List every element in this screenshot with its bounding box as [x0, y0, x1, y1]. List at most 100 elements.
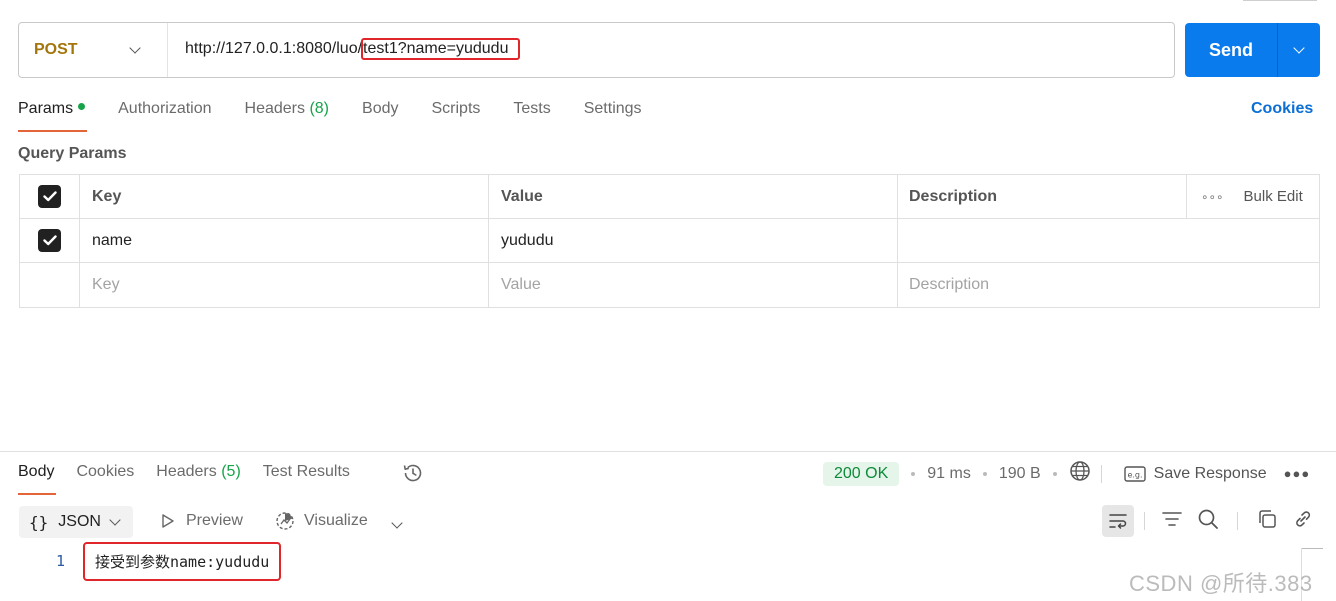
url-prefix: http://127.0.0.1:8080/luo/: [185, 40, 363, 57]
table-row-empty: Key Value Description: [20, 263, 1319, 307]
select-all-checkbox[interactable]: [38, 185, 61, 208]
example-icon: e.g.: [1123, 465, 1146, 482]
preview-label: Preview: [186, 512, 243, 529]
watermark: CSDN @所待.383: [1129, 571, 1313, 596]
select-all-cell: [20, 175, 80, 218]
separator-dot: [911, 471, 916, 476]
key-placeholder-input[interactable]: Key: [80, 263, 489, 307]
table-header-row: Key Value Description ∘∘∘ Bulk Edit: [20, 175, 1319, 219]
preview-button[interactable]: Preview: [160, 512, 243, 530]
param-description-cell[interactable]: [898, 219, 1319, 262]
request-tabs: Params Authorization Headers (8) Body Sc…: [18, 100, 675, 132]
vertical-divider: [1237, 512, 1238, 530]
column-header-value: Value: [489, 175, 898, 218]
cookies-link[interactable]: Cookies: [1251, 100, 1313, 118]
tab-label: Body: [362, 100, 399, 117]
history-icon[interactable]: [401, 461, 425, 489]
row-checkbox[interactable]: [38, 229, 61, 252]
chevron-down-icon: [109, 514, 121, 526]
request-url-bar: POST http://127.0.0.1:8080/luo/test1?nam…: [18, 22, 1175, 78]
checkmark-icon: [42, 235, 57, 246]
tab-label: Headers: [244, 100, 305, 117]
tab-count: (5): [221, 463, 241, 480]
network-globe-icon[interactable]: [1069, 460, 1091, 487]
format-label: JSON: [58, 513, 101, 530]
bulk-edit-button[interactable]: Bulk Edit: [1244, 188, 1303, 205]
active-dot-icon: [78, 103, 86, 110]
url-highlighted-path: test1?name=yududu: [361, 38, 521, 60]
line-number: 1: [56, 552, 66, 570]
response-tab-headers[interactable]: Headers (5): [156, 463, 241, 495]
response-tab-test-results[interactable]: Test Results: [263, 463, 350, 495]
wrap-icon: [1109, 514, 1127, 529]
visualize-label: Visualize: [304, 512, 368, 529]
tab-authorization[interactable]: Authorization: [118, 100, 211, 132]
method-select[interactable]: POST: [19, 23, 168, 77]
table-row: name yududu: [20, 219, 1319, 263]
status-badge[interactable]: 200 OK: [823, 461, 900, 486]
svg-text:e.g.: e.g.: [1127, 470, 1142, 479]
response-actions: [1102, 505, 1314, 537]
tab-label: Body: [18, 463, 55, 480]
tab-settings[interactable]: Settings: [584, 100, 642, 132]
response-time[interactable]: 91 ms: [927, 465, 971, 483]
save-response-button[interactable]: e.g. Save Response: [1123, 464, 1267, 483]
more-options-icon[interactable]: ∘∘∘: [1201, 190, 1224, 204]
url-input[interactable]: http://127.0.0.1:8080/luo/test1?name=yud…: [185, 38, 521, 60]
tab-scripts[interactable]: Scripts: [431, 100, 480, 132]
chevron-down-icon: [1293, 42, 1305, 54]
response-status-bar: 200 OK 91 ms 190 B e.g. Save Response ●●…: [823, 460, 1310, 487]
chevron-down-icon: [129, 42, 141, 54]
tab-label: Params: [18, 100, 74, 117]
braces-icon: {}: [29, 512, 49, 532]
response-body-highlight: 接受到参数name:yududu: [83, 542, 282, 581]
response-tab-cookies[interactable]: Cookies: [76, 463, 134, 495]
tab-label: Authorization: [118, 100, 212, 117]
copy-icon[interactable]: [1256, 508, 1278, 534]
format-select[interactable]: {} JSON: [19, 506, 133, 538]
response-divider[interactable]: [0, 451, 1336, 452]
play-icon: [162, 514, 174, 528]
tab-params[interactable]: Params: [18, 100, 88, 132]
method-label: POST: [34, 41, 78, 58]
filter-icon[interactable]: [1161, 510, 1183, 532]
visualize-icon: [276, 512, 294, 530]
wrap-lines-button[interactable]: [1102, 505, 1134, 537]
param-key-cell[interactable]: name: [80, 219, 489, 262]
response-size[interactable]: 190 B: [999, 465, 1041, 483]
separator-dot: [1052, 471, 1057, 476]
column-header-key: Key: [80, 175, 489, 218]
more-options-icon[interactable]: ●●●: [1284, 466, 1311, 481]
separator-dot: [982, 471, 987, 476]
row-checkbox-cell: [20, 219, 80, 262]
value-placeholder-input[interactable]: Value: [489, 263, 898, 307]
tab-label: Scripts: [431, 100, 481, 117]
tab-tests[interactable]: Tests: [513, 100, 550, 132]
link-icon[interactable]: [1292, 508, 1314, 534]
send-button[interactable]: Send: [1185, 23, 1320, 77]
tab-label: Test Results: [262, 463, 350, 480]
param-value-cell[interactable]: yududu: [489, 219, 898, 262]
vertical-divider: [1100, 464, 1102, 483]
bulk-edit-cell: ∘∘∘ Bulk Edit: [1186, 175, 1319, 218]
tab-body[interactable]: Body: [362, 100, 398, 132]
save-response-label: Save Response: [1153, 464, 1267, 482]
response-tab-body[interactable]: Body: [18, 463, 57, 495]
top-divider: [1243, 0, 1317, 1]
query-params-table: Key Value Description ∘∘∘ Bulk Edit name…: [19, 174, 1320, 308]
empty-checkbox-cell: [20, 263, 80, 307]
search-icon[interactable]: [1197, 508, 1219, 534]
response-body-text[interactable]: 接受到参数name:yududu: [95, 551, 269, 572]
tab-headers[interactable]: Headers (8): [245, 100, 330, 132]
description-placeholder-input[interactable]: Description: [898, 263, 1319, 307]
tab-label: Cookies: [76, 463, 135, 480]
chevron-down-icon: [391, 517, 403, 529]
column-header-description: Description: [909, 187, 998, 205]
tab-count: (8): [309, 100, 330, 117]
tab-label: Headers: [156, 463, 217, 480]
vertical-divider: [1144, 512, 1145, 530]
visualize-button[interactable]: Visualize: [274, 510, 368, 532]
visualize-dropdown[interactable]: [391, 514, 403, 531]
send-dropdown-button[interactable]: [1278, 42, 1320, 54]
checkmark-icon: [42, 191, 57, 202]
